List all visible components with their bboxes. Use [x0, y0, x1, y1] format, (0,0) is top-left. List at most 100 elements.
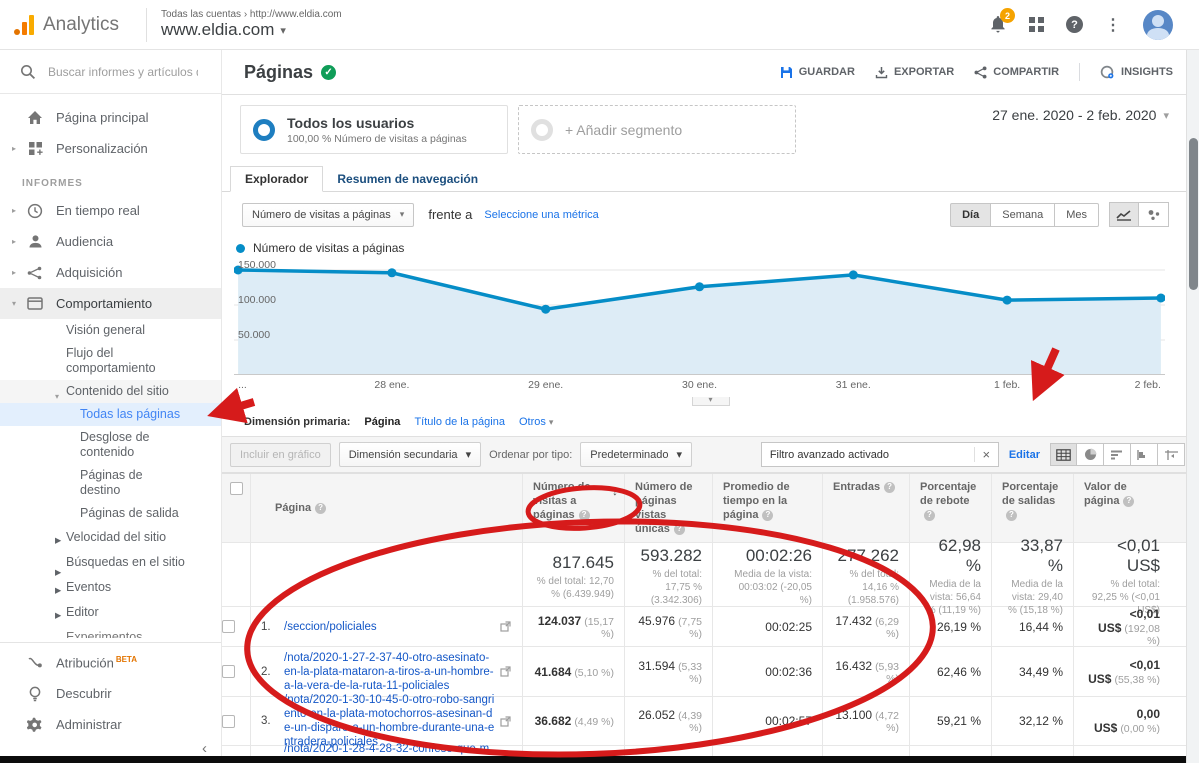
granularity-day[interactable]: Día [950, 203, 991, 227]
col-entrances-sortable[interactable]: Entradas? [822, 474, 909, 542]
sidebar-item-landing-pages[interactable]: Páginas de destino [0, 464, 175, 502]
sidebar-item-overview[interactable]: Visión general [0, 319, 221, 342]
sidebar-item-all-pages[interactable]: Todas las páginas [0, 403, 221, 426]
help-icon[interactable]: ? [924, 510, 935, 521]
clear-filter-icon[interactable]: × [974, 447, 998, 462]
help-icon[interactable]: ? [674, 524, 685, 535]
sidebar-item-home[interactable]: Página principal [0, 102, 221, 133]
performance-view-button[interactable] [1104, 443, 1131, 466]
sidebar-item-realtime[interactable]: ▸ En tiempo real [0, 195, 221, 226]
plot-rows-button[interactable]: Incluir en gráfico [230, 443, 331, 467]
col-bounce-sortable[interactable]: Porcentaje de rebote? [909, 474, 991, 542]
sidebar-item-site-search[interactable]: ▸ Búsquedas en el sitio [0, 550, 221, 575]
traffic-chart[interactable]: 150.000100.00050.000 [234, 263, 1165, 375]
sidebar-collapse-button[interactable]: ‹ [202, 740, 207, 757]
collapse-icon: ▾ [55, 389, 59, 404]
dimension-page[interactable]: Página [364, 416, 400, 428]
dimension-others[interactable]: Otros ▾ [519, 416, 554, 428]
behavior-icon [20, 297, 50, 310]
scrollbar-thumb[interactable] [1189, 138, 1198, 290]
tab-explorer[interactable]: Explorador [230, 166, 323, 192]
sidebar-item-attribution[interactable]: AtribuciónBETA [0, 647, 221, 678]
sidebar-item-customization[interactable]: ▸ Personalización [0, 133, 221, 164]
sidebar-item-audience[interactable]: ▸ Audiencia [0, 226, 221, 257]
row-checkbox[interactable] [222, 620, 235, 633]
sidebar-item-discover[interactable]: Descubrir [0, 678, 221, 709]
beta-badge: BETA [116, 655, 137, 664]
line-chart-button[interactable] [1109, 202, 1139, 227]
segment-ring-icon [253, 119, 275, 141]
actions-divider [1079, 63, 1080, 81]
granularity-week[interactable]: Semana [991, 203, 1055, 227]
sidebar-item-exit-pages[interactable]: Páginas de salida [0, 502, 221, 525]
apps-grid-icon[interactable] [1029, 17, 1044, 32]
granularity-month[interactable]: Mes [1055, 203, 1099, 227]
more-menu-icon[interactable]: ⋮ [1105, 15, 1121, 35]
sidebar-item-acquisition[interactable]: ▸ Adquisición [0, 257, 221, 288]
secondary-dimension-dropdown[interactable]: Dimensión secundaria ▾ [339, 442, 481, 467]
sidebar-item-publisher[interactable]: ▸ Editor [0, 600, 221, 625]
row-checkbox[interactable] [222, 665, 235, 678]
col-unique-sortable[interactable]: Número de páginas vistas únicas? [624, 474, 712, 542]
insights-button[interactable]: INSIGHTS [1100, 65, 1173, 80]
pivot-view-button[interactable] [1158, 443, 1185, 466]
share-button[interactable]: COMPARTIR [974, 66, 1059, 79]
col-visits-sortable[interactable]: Número de visitas a páginas?↓ [522, 474, 624, 542]
traffic-chart-svg[interactable] [234, 263, 1165, 375]
account-name: www.eldia.com [161, 20, 274, 40]
analytics-logo[interactable]: Analytics [14, 14, 132, 36]
help-icon[interactable]: ? [579, 510, 590, 521]
col-exit-sortable[interactable]: Porcentaje de salidas? [991, 474, 1073, 542]
sidebar-item-experiments[interactable]: Experimentos [0, 625, 221, 638]
chevron-down-icon: ▾ [677, 448, 683, 461]
edit-filter-link[interactable]: Editar [1009, 449, 1040, 461]
select-metric-link[interactable]: Seleccione una métrica [484, 209, 598, 221]
segment-all-users[interactable]: Todos los usuarios 100,00 % Número de vi… [240, 105, 508, 154]
sidebar-item-events[interactable]: ▸ Eventos [0, 575, 221, 600]
sidebar-item-admin[interactable]: Administrar [0, 709, 221, 740]
percentage-view-button[interactable] [1077, 443, 1104, 466]
clock-icon [20, 203, 50, 219]
external-link-icon[interactable] [500, 716, 512, 727]
select-all-checkbox[interactable] [230, 482, 243, 495]
sidebar-item-behavior-flow[interactable]: Flujo del comportamiento [0, 342, 160, 380]
data-view-button[interactable] [1050, 443, 1077, 466]
sidebar-item-site-speed[interactable]: ▸ Velocidad del sitio [0, 525, 221, 550]
help-icon[interactable]: ? [884, 482, 895, 493]
sidebar-item-site-content[interactable]: ▾ Contenido del sitio [0, 380, 221, 403]
page-link[interactable]: /nota/2020-1-30-10-45-0-otro-robo-sangri… [284, 693, 495, 749]
help-icon[interactable]: ? [315, 503, 326, 514]
tab-navigation-summary[interactable]: Resumen de navegación [323, 167, 492, 191]
row-checkbox[interactable] [222, 715, 235, 728]
save-button[interactable]: GUARDAR [780, 66, 855, 79]
help-icon[interactable]: ? [762, 510, 773, 521]
motion-chart-button[interactable] [1139, 202, 1169, 227]
export-button[interactable]: EXPORTAR [875, 66, 954, 79]
add-segment-button[interactable]: + Añadir segmento [518, 105, 796, 154]
account-selector[interactable]: www.eldia.com ▾ [161, 20, 342, 40]
dimension-page-title[interactable]: Título de la página [414, 416, 505, 428]
notifications-button[interactable]: 2 [989, 15, 1007, 34]
date-range-selector[interactable]: 27 ene. 2020 - 2 feb. 2020 ▾ [992, 107, 1169, 123]
sidebar-item-behavior[interactable]: ▾ Comportamiento [0, 288, 221, 319]
sidebar-item-content-drilldown[interactable]: Desglose de contenido [0, 426, 190, 464]
vertical-scrollbar[interactable] [1186, 50, 1199, 763]
comparison-view-button[interactable] [1131, 443, 1158, 466]
col-value-sortable[interactable]: Valor de página? [1073, 474, 1170, 542]
help-icon[interactable]: ? [1066, 16, 1083, 33]
sort-type-dropdown[interactable]: Predeterminado ▾ [580, 442, 692, 467]
page-link[interactable]: /seccion/policiales [284, 620, 495, 634]
search-input[interactable] [48, 65, 198, 79]
page-link[interactable]: /nota/2020-1-27-2-37-40-otro-asesinato-e… [284, 651, 495, 693]
filter-input[interactable] [762, 449, 974, 461]
chart-expander[interactable]: ▾ [692, 397, 730, 406]
avatar[interactable] [1143, 10, 1173, 40]
home-icon [20, 110, 50, 125]
help-icon[interactable]: ? [1006, 510, 1017, 521]
help-icon[interactable]: ? [1123, 496, 1134, 507]
external-link-icon[interactable] [500, 621, 512, 632]
external-link-icon[interactable] [500, 666, 512, 677]
ga-analytics-page: Analytics Todas las cuentas › http://www… [0, 0, 1199, 763]
col-time-sortable[interactable]: Promedio de tiempo en la página? [712, 474, 822, 542]
metric-dropdown[interactable]: Número de visitas a páginas ▾ [242, 203, 414, 227]
